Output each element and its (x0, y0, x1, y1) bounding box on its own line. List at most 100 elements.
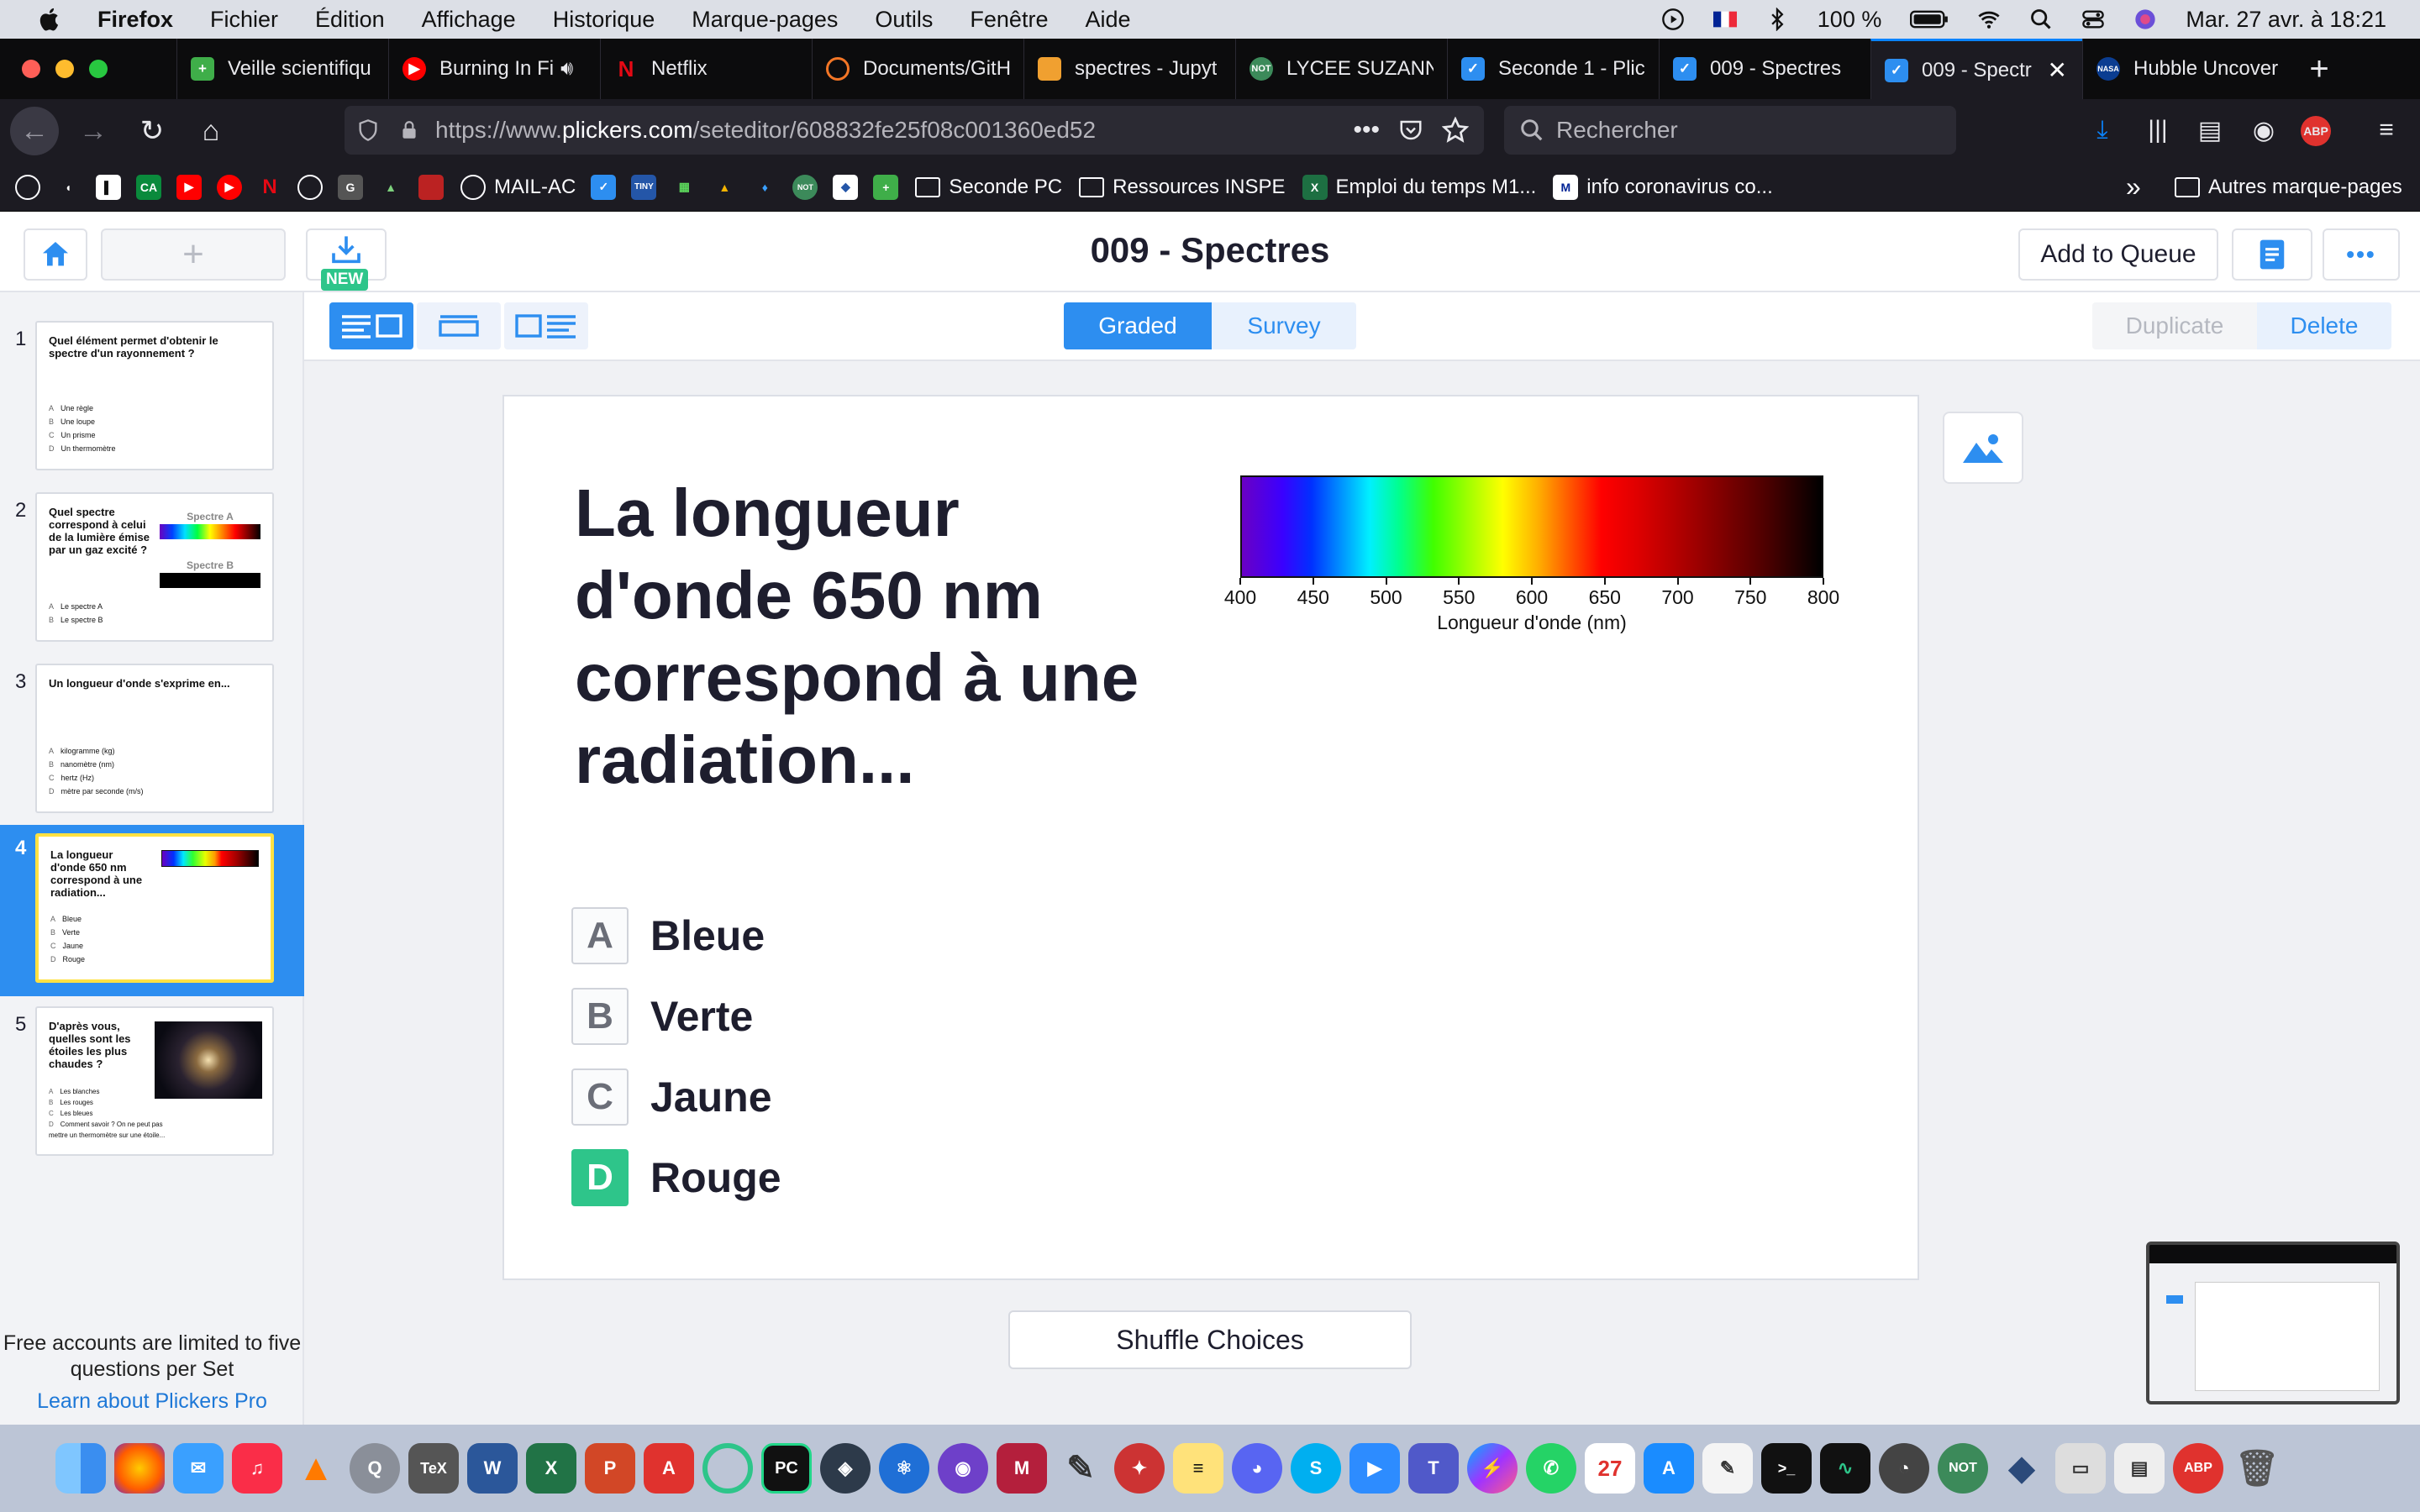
library-icon[interactable]: ||| (2143, 116, 2173, 146)
shield-icon[interactable] (356, 118, 380, 142)
bookmark-icon[interactable]: ▲ (378, 175, 403, 200)
screenshot-app-icon[interactable]: ▭ (2055, 1443, 2106, 1494)
forward-button[interactable]: → (69, 107, 118, 155)
graded-toggle[interactable]: Graded (1064, 302, 1212, 349)
choice-letter[interactable]: B (571, 988, 629, 1045)
question-text[interactable]: La longueur d'onde 650 nm correspond à u… (575, 472, 1163, 801)
search-bar[interactable]: Rechercher (1504, 106, 1956, 155)
not-icon[interactable]: NOT (792, 174, 818, 200)
quicktime-icon[interactable]: Q (350, 1443, 400, 1494)
account-icon[interactable]: ◉ (2249, 116, 2279, 146)
document-stack-icon[interactable]: ▤ (2114, 1443, 2165, 1494)
back-button[interactable]: ← (10, 107, 59, 155)
adblock-plus-icon[interactable]: ABP (2301, 116, 2331, 146)
menu-edition[interactable]: Édition (315, 7, 385, 33)
music-icon[interactable]: ♫ (232, 1443, 282, 1494)
menu-fenetre[interactable]: Fenêtre (970, 7, 1048, 33)
tab-009-spectres[interactable]: ✓ 009 - Spectres (1659, 39, 1870, 99)
tab-netflix[interactable]: N Netflix (600, 39, 812, 99)
whatsapp-icon[interactable]: ✆ (1526, 1443, 1576, 1494)
add-question-button[interactable]: + (101, 228, 286, 281)
trash-icon[interactable]: 🗑︎ (2232, 1443, 2282, 1494)
choice-d[interactable]: D Rouge (571, 1137, 781, 1218)
home-button[interactable]: ⌂ (187, 107, 235, 155)
minimize-window-button[interactable] (55, 60, 74, 78)
choice-a[interactable]: A Bleue (571, 895, 781, 976)
progress-ring-icon[interactable] (702, 1443, 753, 1494)
tab-burning-in[interactable]: ▶ Burning In Fi 🔊︎ (388, 39, 600, 99)
calendar-icon[interactable]: 27 (1585, 1443, 1635, 1494)
bookmark-star-icon[interactable] (1442, 117, 1469, 144)
speaker-icon[interactable]: 🔊︎ (560, 57, 573, 81)
chevron-double-right-icon[interactable]: » (2126, 171, 2141, 202)
choice-text[interactable]: Rouge (650, 1153, 781, 1202)
notes-icon[interactable]: ≡ (1173, 1443, 1223, 1494)
tab-spectres-jupyter[interactable]: spectres - Jupyt (1023, 39, 1235, 99)
word-icon[interactable]: W (467, 1443, 518, 1494)
plickers-check-icon[interactable]: ✓ (591, 174, 617, 200)
menu-historique[interactable]: Historique (553, 7, 655, 33)
choice-letter[interactable]: A (571, 907, 629, 964)
github-desktop-icon[interactable]: ◉ (938, 1443, 988, 1494)
slide-item-4-active[interactable]: 4 La longueur d'onde 650 nm correspond à… (0, 825, 304, 996)
acrobat-icon[interactable]: A (644, 1443, 694, 1494)
messenger-icon[interactable]: ⚡ (1467, 1443, 1518, 1494)
sidebar-toggle-icon[interactable]: ▤ (2195, 116, 2225, 146)
reload-button[interactable]: ↻ (128, 107, 176, 155)
vlc-icon[interactable]: ▲ (291, 1443, 341, 1494)
learn-plickers-pro-link[interactable]: Learn about Plickers Pro (0, 1389, 304, 1414)
google-drive-icon[interactable]: ▲ (712, 175, 737, 200)
menu-fichier[interactable]: Fichier (210, 7, 278, 33)
bookmark-folder-ressources-inspe[interactable]: Ressources INSPE (1079, 176, 1286, 199)
home-button[interactable] (24, 228, 87, 281)
teams-icon[interactable]: T (1408, 1443, 1459, 1494)
finder-icon[interactable] (55, 1443, 106, 1494)
google-scholar-icon[interactable]: G (338, 174, 363, 200)
bookmark-icon[interactable]: ◖ (55, 175, 81, 200)
wifi-icon[interactable] (1977, 8, 2001, 31)
choice-text[interactable]: Bleue (650, 911, 765, 960)
skype-icon[interactable]: S (1291, 1443, 1341, 1494)
tab-veille-scientifique[interactable]: + Veille scientifiqu (176, 39, 388, 99)
netflix-icon[interactable]: N (257, 175, 282, 200)
lock-icon[interactable] (398, 119, 420, 141)
app-store-icon[interactable]: A (1644, 1443, 1694, 1494)
menu-affichage[interactable]: Affichage (422, 7, 516, 33)
choice-letter[interactable]: C (571, 1068, 629, 1126)
battery-icon[interactable] (1910, 8, 1949, 31)
tab-009-spectres-active[interactable]: ✓ 009 - Spectr ✕ (1870, 39, 2082, 99)
slide-item-5[interactable]: 5 D'après vous, quelles sont les étoiles… (0, 1001, 304, 1173)
pycharm-icon[interactable]: PC (761, 1443, 812, 1494)
spectrum-image[interactable] (1240, 475, 1823, 578)
menu-marque-pages[interactable]: Marque-pages (692, 7, 838, 33)
zoom-icon[interactable]: ▶ (1349, 1443, 1400, 1494)
spotlight-search-icon[interactable] (2029, 8, 2053, 31)
bookmark-icon[interactable]: ◆ (833, 174, 859, 200)
discord-icon[interactable]: ◕ (1232, 1443, 1282, 1494)
mail-icon[interactable]: ✉ (173, 1443, 224, 1494)
layout-text-image-button[interactable] (329, 302, 413, 349)
menu-aide[interactable]: Aide (1085, 7, 1130, 33)
tab-seconde-1-plickers[interactable]: ✓ Seconde 1 - Plic (1447, 39, 1659, 99)
insert-image-button[interactable] (1943, 412, 2023, 484)
hamburger-menu-icon[interactable]: ≡ (2371, 116, 2402, 146)
bookmark-emploi-du-temps[interactable]: X Emploi du temps M1... (1302, 174, 1536, 200)
mendeley-icon[interactable]: M (997, 1443, 1047, 1494)
menu-outils[interactable]: Outils (875, 7, 933, 33)
shuffle-choices-button[interactable]: Shuffle Choices (1008, 1310, 1412, 1369)
bookmark-info-coronavirus[interactable]: Minfo coronavirus co... (1553, 174, 1773, 200)
page-actions-icon[interactable]: ••• (1353, 116, 1380, 144)
green-plus-icon[interactable]: + (873, 174, 899, 200)
tab-lycee-suzanne[interactable]: NOT LYCEE SUZANN (1235, 39, 1447, 99)
tab-documents-github[interactable]: Documents/GitH (812, 39, 1023, 99)
layout-image-text-button[interactable] (504, 302, 588, 349)
screenshot-preview-thumbnail[interactable] (2146, 1242, 2400, 1404)
firefox-icon[interactable] (114, 1443, 165, 1494)
excel-icon[interactable]: X (526, 1443, 576, 1494)
github-icon[interactable] (297, 174, 323, 200)
youtube-music-icon[interactable]: ▶ (217, 174, 242, 200)
bookmark-folder-autres[interactable]: Autres marque-pages (2175, 176, 2402, 199)
delete-button[interactable]: Delete (2257, 302, 2391, 349)
set-title[interactable]: 009 - Spectres (924, 230, 1496, 270)
new-tab-button[interactable]: + (2294, 39, 2344, 99)
